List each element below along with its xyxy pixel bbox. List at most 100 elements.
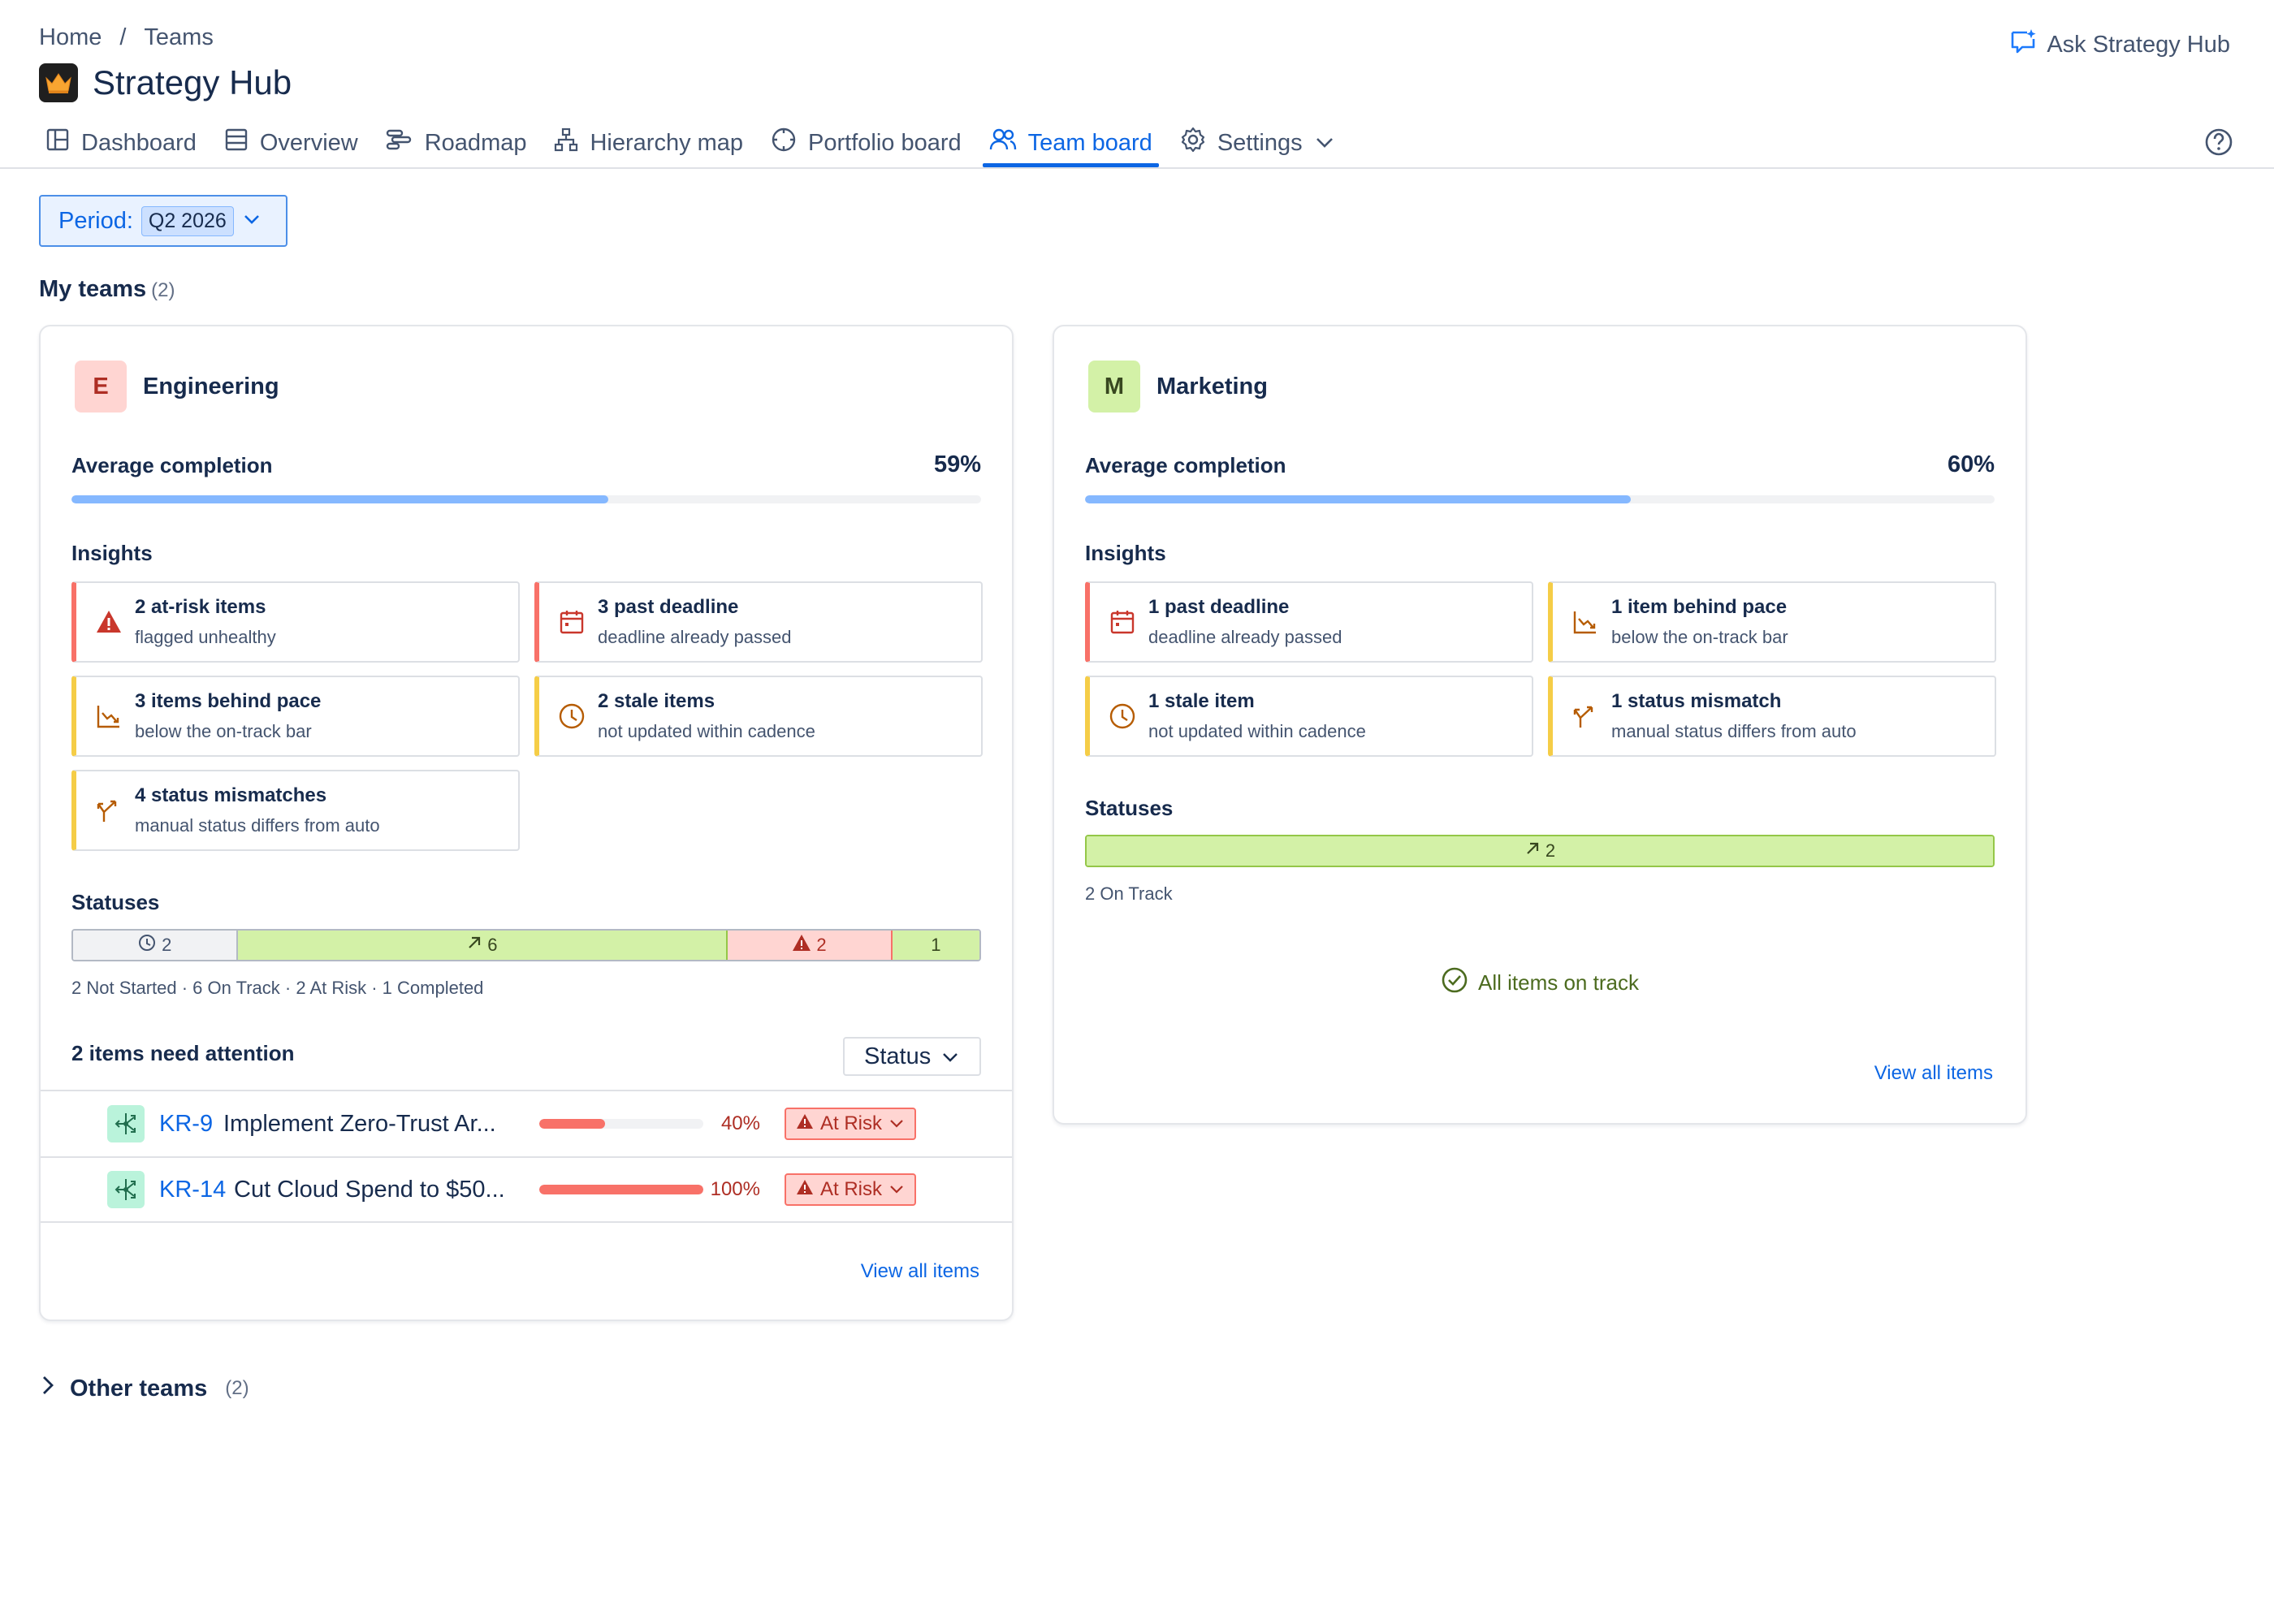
view-all-items-link[interactable]: View all items <box>1874 1062 1993 1085</box>
item-key-link[interactable]: KR-9 <box>159 1111 213 1138</box>
portfolio-icon <box>771 127 797 159</box>
insight-past-deadline[interactable]: 3 past deadline deadline already passed <box>534 581 983 663</box>
average-completion-bar <box>1085 495 1995 503</box>
status-segment-not-started[interactable]: 2 <box>73 931 238 960</box>
insight-stale[interactable]: 2 stale items not updated within cadence <box>534 676 983 757</box>
insight-desc: not updated within cadence <box>1148 721 1366 741</box>
insight-stale[interactable]: 1 stale item not updated within cadence <box>1085 676 1533 757</box>
tab-dashboard[interactable]: Dashboard <box>36 120 206 166</box>
chevron-down-icon <box>888 1112 905 1135</box>
tab-roadmap[interactable]: Roadmap <box>376 120 537 166</box>
status-distribution-bar: 2 6 2 1 <box>71 929 981 961</box>
insight-title: 2 at-risk items <box>135 596 266 618</box>
tab-team-board[interactable]: Team board <box>979 120 1162 167</box>
item-key-link[interactable]: KR-14 <box>159 1177 226 1203</box>
ask-strategy-hub-button[interactable]: Ask Strategy Hub <box>2009 28 2230 62</box>
status-badge-label: At Risk <box>820 1112 883 1134</box>
progress-fill <box>71 495 608 503</box>
all-on-track-message: All items on track <box>1054 966 2025 1000</box>
dashboard-icon <box>45 127 70 158</box>
team-header: M Marketing <box>1088 361 1268 412</box>
insight-at-risk[interactable]: 2 at-risk items flagged unhealthy <box>71 581 520 663</box>
chevron-down-icon <box>1314 130 1335 157</box>
on-track-count: 6 <box>487 935 498 955</box>
item-progress-value: 100% <box>710 1178 760 1200</box>
table-row[interactable]: KR-9 Implement Zero-Trust Ar... 40% At R… <box>41 1090 1012 1156</box>
tab-team-board-label: Team board <box>1027 129 1152 156</box>
status-badge[interactable]: At Risk <box>785 1173 917 1206</box>
insight-desc: below the on-track bar <box>1611 627 1788 647</box>
status-filter-dropdown[interactable]: Status <box>843 1037 981 1076</box>
team-name[interactable]: Marketing <box>1156 374 1268 400</box>
breadcrumb: Home / Teams <box>39 24 214 51</box>
all-on-track-label: All items on track <box>1478 970 1639 995</box>
tab-hierarchy-map[interactable]: Hierarchy map <box>544 120 753 166</box>
insight-desc: deadline already passed <box>598 627 792 647</box>
avatar: M <box>1088 361 1140 412</box>
insight-title: 1 status mismatch <box>1611 690 1782 712</box>
team-card-engineering: E Engineering Average completion 59% Ins… <box>39 325 1014 1321</box>
view-all-items-link[interactable]: View all items <box>861 1260 979 1283</box>
insight-behind-pace[interactable]: 1 item behind pace below the on-track bar <box>1548 581 1996 663</box>
insights-heading: Insights <box>71 541 153 565</box>
progress-fill <box>1085 495 1631 503</box>
attention-heading: 2 items need attention <box>71 1041 295 1065</box>
insight-past-deadline[interactable]: 1 past deadline deadline already passed <box>1085 581 1533 663</box>
crown-logo-icon <box>39 63 78 102</box>
tab-roadmap-label: Roadmap <box>424 129 527 156</box>
team-card-marketing: M Marketing Average completion 60% Insig… <box>1053 325 2027 1125</box>
statuses-heading: Statuses <box>1085 796 1174 820</box>
roadmap-icon <box>386 127 413 158</box>
tab-dashboard-label: Dashboard <box>81 129 197 156</box>
insight-status-mismatch[interactable]: 4 status mismatches manual status differs… <box>71 770 520 851</box>
tab-settings[interactable]: Settings <box>1170 120 1345 166</box>
app-title: Strategy Hub <box>93 63 292 102</box>
completed-count: 1 <box>931 935 941 955</box>
statuses-heading: Statuses <box>71 890 160 914</box>
split-icon <box>1569 703 1602 729</box>
warning-icon <box>796 1178 814 1201</box>
insight-desc: flagged unhealthy <box>135 627 276 647</box>
insight-title: 1 item behind pace <box>1611 596 1788 618</box>
chat-sparkle-icon <box>2009 28 2037 62</box>
period-selector[interactable]: Period: Q2 2026 <box>39 195 287 247</box>
status-segment-at-risk[interactable]: 2 <box>728 931 893 960</box>
avatar: E <box>75 361 127 412</box>
table-row[interactable]: KR-14 Cut Cloud Spend to $50... 100% At … <box>41 1156 1012 1223</box>
team-name[interactable]: Engineering <box>143 374 279 400</box>
insight-title: 3 past deadline <box>598 596 739 618</box>
breadcrumb-home[interactable]: Home <box>39 24 102 51</box>
arrow-up-right-icon <box>466 935 482 956</box>
on-track-count: 2 <box>1545 840 1556 861</box>
average-completion-label: Average completion <box>71 453 273 477</box>
tab-settings-label: Settings <box>1217 129 1303 156</box>
tab-overview[interactable]: Overview <box>214 120 368 166</box>
item-progress-fill <box>539 1185 703 1194</box>
tab-portfolio-label: Portfolio board <box>808 129 962 156</box>
other-teams-toggle[interactable]: Other teams (2) <box>39 1374 249 1403</box>
clock-icon <box>1106 702 1139 730</box>
warning-icon <box>93 609 125 635</box>
average-completion-label: Average completion <box>1085 453 1286 477</box>
tab-portfolio-board[interactable]: Portfolio board <box>761 120 971 166</box>
help-icon[interactable] <box>2204 127 2233 161</box>
item-title[interactable]: Cut Cloud Spend to $50... <box>234 1177 505 1203</box>
status-segment-completed[interactable]: 1 <box>892 931 979 960</box>
key-result-icon <box>107 1171 145 1208</box>
insight-desc: below the on-track bar <box>135 721 312 741</box>
my-teams-title: My teams <box>39 276 147 302</box>
status-segment-on-track[interactable]: 2 <box>1087 836 1993 866</box>
insight-behind-pace[interactable]: 3 items behind pace below the on-track ba… <box>71 676 520 757</box>
insight-title: 2 stale items <box>598 690 715 712</box>
tab-overview-label: Overview <box>259 129 358 156</box>
chevron-down-icon <box>888 1178 905 1201</box>
item-title[interactable]: Implement Zero-Trust Ar... <box>223 1111 496 1138</box>
hierarchy-icon <box>554 127 578 158</box>
insight-desc: manual status differs from auto <box>1611 721 1857 741</box>
insight-status-mismatch[interactable]: 1 status mismatch manual status differs f… <box>1548 676 1996 757</box>
breadcrumb-teams[interactable]: Teams <box>144 24 213 51</box>
status-badge[interactable]: At Risk <box>785 1108 917 1140</box>
chevron-down-icon <box>242 212 262 231</box>
status-segment-on-track[interactable]: 6 <box>237 931 728 960</box>
insight-desc: not updated within cadence <box>598 721 815 741</box>
